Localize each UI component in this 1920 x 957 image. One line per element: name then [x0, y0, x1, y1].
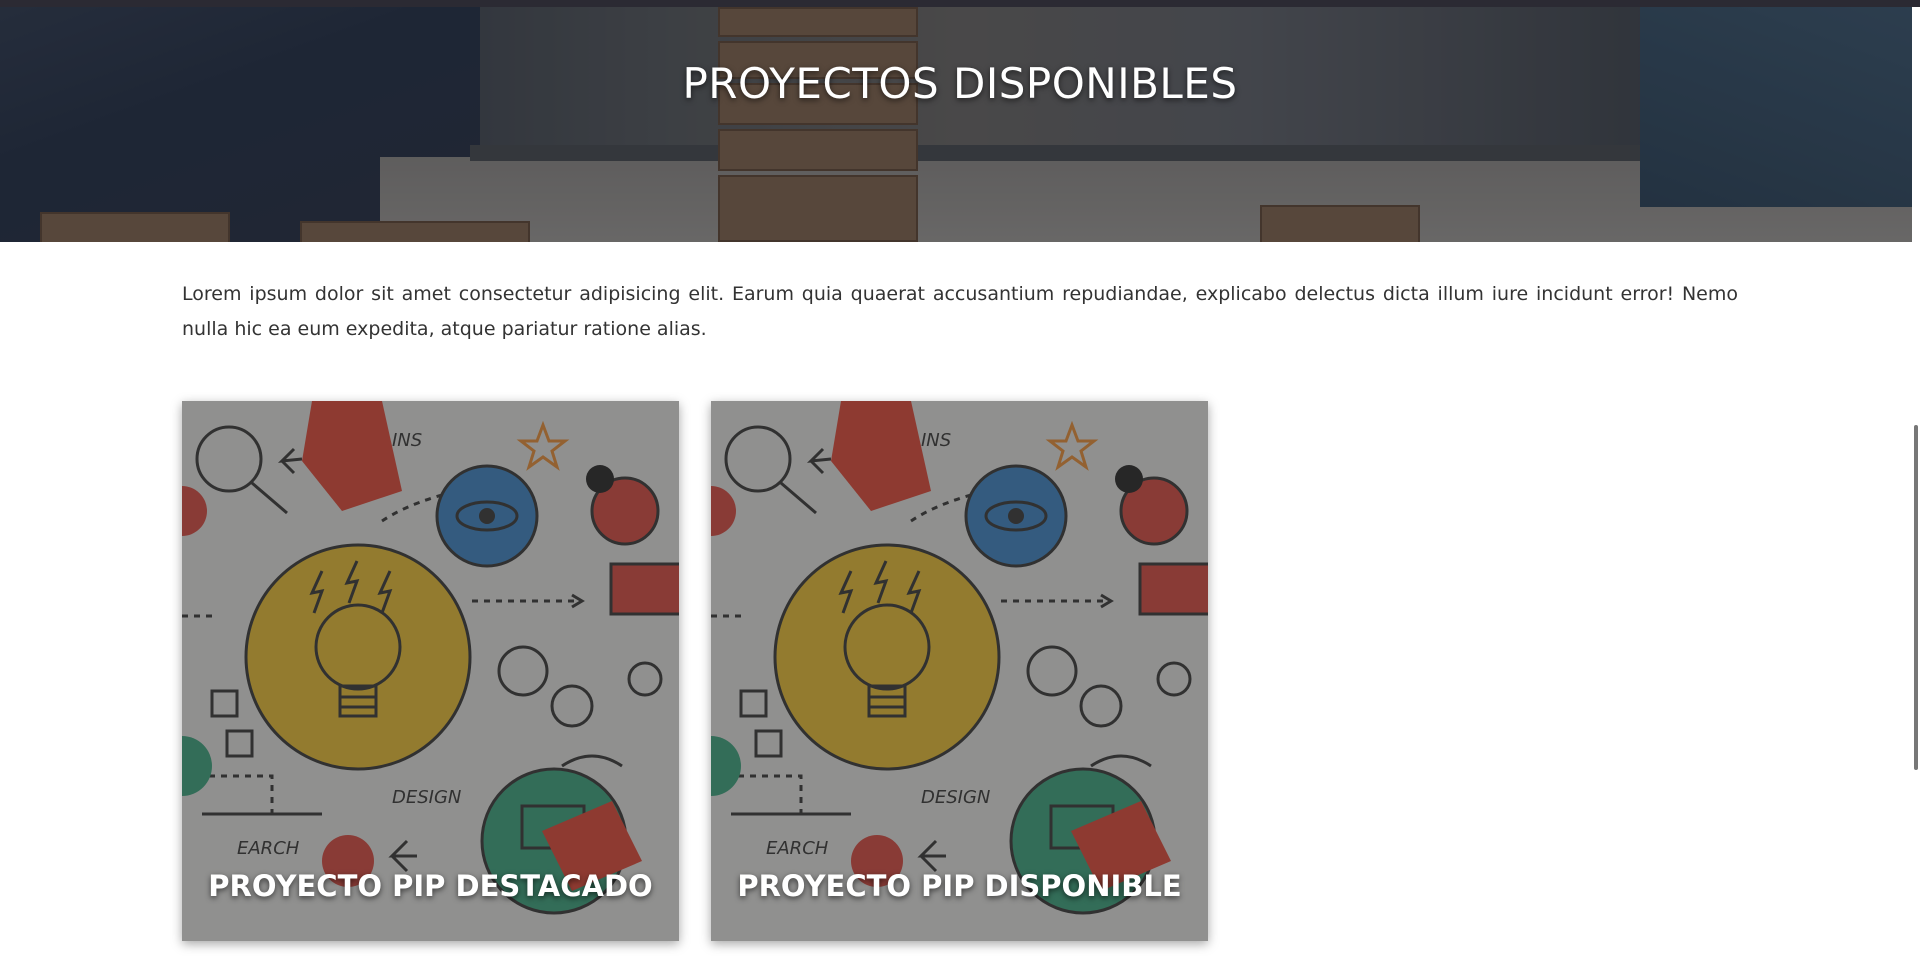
project-card-available[interactable]: INS DESIGN EARCH PROYECTO PIP DISPONIBLE [711, 401, 1208, 941]
browser-top-edge [0, 0, 1920, 7]
card-title[interactable]: PROYECTO PIP DISPONIBLE [711, 869, 1208, 903]
card-title[interactable]: PROYECTO PIP DESTACADO [182, 869, 679, 903]
card-overlay [182, 401, 679, 941]
intro-paragraph: Lorem ipsum dolor sit amet consectetur a… [182, 283, 1738, 340]
hero-banner: PROYECTOS DISPONIBLES [0, 7, 1920, 242]
hero-dark-overlay [0, 7, 1920, 242]
project-card-featured[interactable]: INS DESIGN EARCH PROYECTO PIP DESTACADO [182, 401, 679, 941]
project-card-grid: INS DESIGN EARCH PROYECTO PIP DESTACADO [182, 401, 1222, 941]
page-title: PROYECTOS DISPONIBLES [682, 59, 1238, 108]
card-overlay [711, 401, 1208, 941]
scrollbar-thumb[interactable] [1914, 425, 1918, 770]
